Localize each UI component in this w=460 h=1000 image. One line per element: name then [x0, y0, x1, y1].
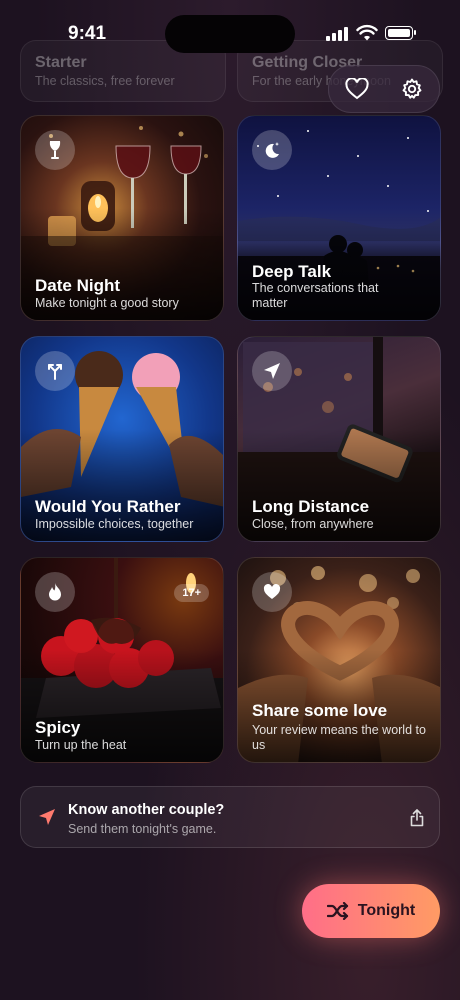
card-subtitle: Make tonight a good story — [35, 296, 179, 310]
flame-icon — [35, 572, 75, 612]
tonight-button[interactable]: Tonight — [302, 884, 440, 938]
card-subtitle: The conversations that matter — [252, 281, 379, 310]
status-time: 9:41 — [68, 23, 107, 44]
battery-icon — [385, 26, 416, 40]
split-arrow-icon — [35, 351, 75, 391]
card-subtitle: Impossible choices, together — [35, 517, 194, 531]
card-title: Date Night — [35, 276, 120, 295]
pack-card-spicy[interactable]: 17+ Spicy Turn up the heat — [20, 557, 224, 763]
age-rating-badge: 17+ — [174, 584, 209, 602]
card-subtitle: Your review means the world to us — [252, 723, 426, 752]
share-subtitle: Send them tonight's game. — [68, 822, 217, 836]
card-subtitle: Close, from anywhere — [252, 517, 374, 531]
paper-plane-icon — [37, 807, 57, 832]
cellular-signal-icon — [326, 27, 348, 41]
wine-glass-icon — [35, 130, 75, 170]
heart-icon — [252, 572, 292, 612]
card-title: Deep Talk — [252, 262, 332, 281]
moon-stars-icon — [252, 130, 292, 170]
header-actions — [328, 65, 440, 113]
wifi-icon — [356, 24, 378, 41]
pack-card-deep-talk[interactable]: Deep Talk The conversations that matter — [237, 115, 441, 321]
status-bar: 9:41 — [0, 0, 460, 60]
tonight-label: Tonight — [357, 902, 416, 919]
dynamic-island — [165, 15, 295, 53]
heart-icon[interactable] — [344, 78, 369, 100]
card-title: Would You Rather — [35, 497, 181, 516]
pack-subtitle: The classics, free forever — [35, 74, 175, 88]
share-with-couple-row[interactable]: Know another couple? Send them tonight's… — [20, 786, 440, 848]
share-title: Know another couple? — [68, 802, 225, 818]
pack-card-would-you-rather[interactable]: Would You Rather Impossible choices, tog… — [20, 336, 224, 542]
card-subtitle: Turn up the heat — [35, 738, 127, 752]
pack-card-date-night[interactable]: Date Night Make tonight a good story — [20, 115, 224, 321]
card-title: Spicy — [35, 718, 81, 737]
paper-plane-icon — [252, 351, 292, 391]
pack-card-share-some-love[interactable]: Share some love Your review means the wo… — [237, 557, 441, 763]
card-title: Share some love — [252, 701, 388, 720]
shuffle-icon — [326, 902, 349, 920]
gear-icon[interactable] — [400, 77, 424, 101]
card-title: Long Distance — [252, 497, 370, 516]
pack-card-long-distance[interactable]: Long Distance Close, from anywhere — [237, 336, 441, 542]
share-icon[interactable] — [409, 809, 425, 832]
